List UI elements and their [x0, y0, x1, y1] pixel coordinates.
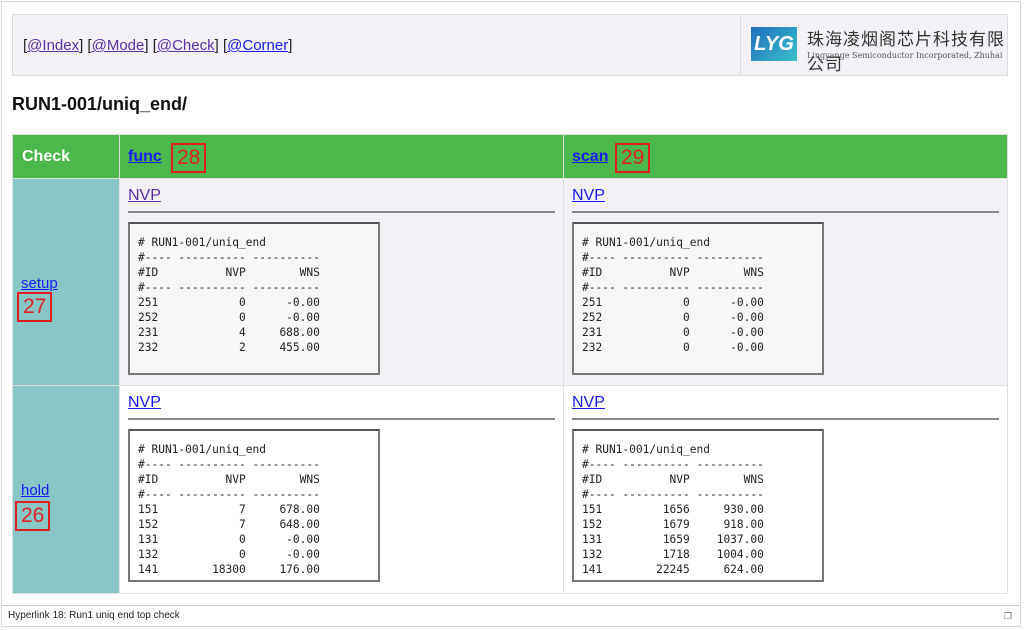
row-label-hold: hold 26: [12, 385, 120, 594]
table-row-hold: hold 26 NVP # RUN1-001/uniq_end #---- --…: [12, 385, 1008, 594]
divider: [128, 418, 555, 420]
report-block: # RUN1-001/uniq_end #---- ---------- ---…: [128, 222, 380, 375]
nvp-link[interactable]: NVP: [572, 187, 999, 205]
status-text: Hyperlink 18: Run1 uniq end top check: [8, 610, 180, 621]
divider: [572, 418, 999, 420]
func-link[interactable]: func: [128, 148, 162, 165]
logo-english-name: Lingyange Semiconductor Incorporated, Zh…: [807, 51, 1003, 60]
row-label-setup: setup 27: [12, 178, 120, 386]
scan-link[interactable]: scan: [572, 148, 608, 165]
annotation-badge: 27: [17, 292, 53, 322]
check-table: Check func 28 scan 29 setup 27 NVP # RUN…: [12, 134, 1008, 594]
table-row-setup: setup 27 NVP # RUN1-001/uniq_end #---- -…: [12, 178, 1008, 386]
nav-link-mode[interactable]: @Mode: [92, 37, 145, 54]
nav-link-corner[interactable]: @Corner: [227, 37, 288, 54]
table-header-row: Check func 28 scan 29: [12, 134, 1008, 179]
annotation-badge: 26: [15, 501, 51, 531]
report-block: # RUN1-001/uniq_end #---- ---------- ---…: [572, 429, 824, 582]
annotation-badge: 29: [615, 143, 651, 173]
divider: [572, 211, 999, 213]
report-block: # RUN1-001/uniq_end #---- ---------- ---…: [572, 222, 824, 375]
logo-chinese-name: 珠海凌烟阁芯片科技有限公司: [807, 30, 1005, 75]
annotation-badge: 28: [171, 143, 207, 173]
nvp-link[interactable]: NVP: [128, 187, 555, 205]
setup-scan-cell: NVP # RUN1-001/uniq_end #---- ----------…: [563, 178, 1008, 386]
restore-icon[interactable]: ❐: [1004, 606, 1012, 626]
divider: [128, 211, 555, 213]
hold-scan-cell: NVP # RUN1-001/uniq_end #---- ----------…: [563, 385, 1008, 594]
nav-link-check[interactable]: @Check: [157, 37, 215, 54]
company-logo: LYG 珠海凌烟阁芯片科技有限公司 Lingyange Semiconducto…: [740, 15, 1007, 75]
logo-mark: LYG: [751, 27, 797, 61]
status-bar: Hyperlink 18: Run1 uniq end top check ❐: [2, 605, 1020, 626]
header-func: func 28: [119, 134, 564, 179]
nav-link-index[interactable]: @Index: [27, 37, 79, 54]
header-scan: scan 29: [563, 134, 1008, 179]
page-title: RUN1-001/uniq_end/: [12, 94, 188, 114]
report-block: # RUN1-001/uniq_end #---- ---------- ---…: [128, 429, 380, 582]
nvp-link[interactable]: NVP: [572, 394, 999, 412]
nav-bar: [@Index] [@Mode] [@Check] [@Corner] LYG …: [12, 14, 1008, 76]
nav-links: [@Index] [@Mode] [@Check] [@Corner]: [23, 37, 293, 54]
header-check: Check: [12, 134, 120, 179]
setup-func-cell: NVP # RUN1-001/uniq_end #---- ----------…: [119, 178, 564, 386]
nvp-link[interactable]: NVP: [128, 394, 555, 412]
hold-link[interactable]: hold: [21, 482, 49, 499]
setup-link[interactable]: setup: [21, 275, 58, 292]
hold-func-cell: NVP # RUN1-001/uniq_end #---- ----------…: [119, 385, 564, 594]
